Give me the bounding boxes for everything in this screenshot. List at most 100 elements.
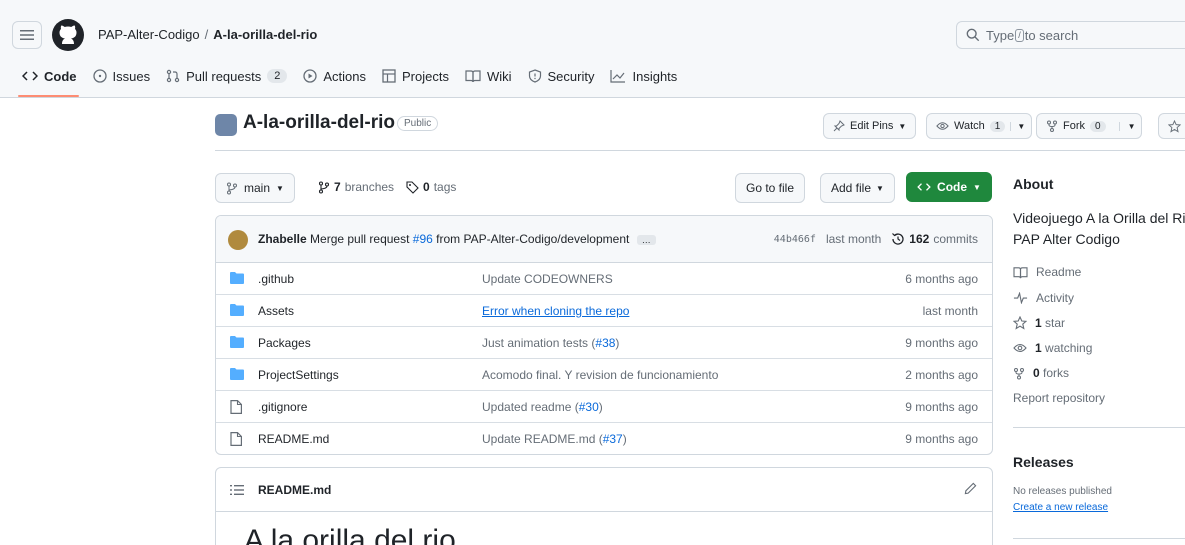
table-row[interactable]: .github Update CODEOWNERS 6 months ago	[216, 263, 992, 295]
file-commit-message[interactable]: Updated readme (#30)	[482, 400, 603, 414]
report-repository-link[interactable]: Report repository	[1013, 391, 1105, 405]
file-browser: Zhabelle Merge pull request #96 from PAP…	[215, 215, 993, 455]
activity-link-label: Activity	[1036, 291, 1075, 305]
list-icon[interactable]	[230, 484, 244, 496]
watch-button[interactable]: Watch 1 ▼	[926, 113, 1033, 139]
tab-insights[interactable]: Insights	[602, 62, 685, 90]
file-icon	[230, 400, 242, 414]
add-file-button[interactable]: Add file ▼	[820, 173, 895, 203]
watch-label: Watch	[954, 120, 985, 132]
commit-author[interactable]: Zhabelle	[258, 232, 307, 246]
branches-link[interactable]: 7 branches	[318, 180, 394, 194]
commit-message-suffix[interactable]: from PAP-Alter-Codigo/development	[436, 232, 629, 246]
tab-projects[interactable]: Projects	[374, 62, 457, 90]
file-name[interactable]: Assets	[258, 304, 294, 318]
commit-pr-link[interactable]: #37	[603, 432, 623, 446]
commit-pr-link[interactable]: #96	[413, 232, 433, 246]
stars-label: star	[1045, 316, 1066, 330]
readme-filename: README.md	[258, 483, 332, 497]
code-button[interactable]: Code ▼	[906, 172, 992, 202]
branch-name: main	[244, 181, 271, 195]
tab-pull-requests[interactable]: Pull requests 2	[158, 62, 295, 90]
table-row[interactable]: ProjectSettings Acomodo final. Y revisio…	[216, 359, 992, 391]
commit-message-prefix[interactable]: Merge pull request	[310, 232, 409, 246]
file-commit-message[interactable]: Update README.md (#37)	[482, 432, 627, 446]
readme-link[interactable]: Readme	[1013, 265, 1081, 279]
file-age: 6 months ago	[905, 272, 978, 286]
file-age: 2 months ago	[905, 368, 978, 382]
edit-pins-button[interactable]: Edit Pins ▼	[823, 113, 917, 139]
star-icon	[1168, 119, 1181, 133]
watch-count: 1	[989, 120, 1006, 132]
commit-message-text[interactable]: Update CODEOWNERS	[482, 272, 613, 286]
file-name[interactable]: ProjectSettings	[258, 368, 339, 382]
header-divider	[215, 150, 1185, 151]
file-name[interactable]: .gitignore	[258, 400, 307, 414]
fork-count: 0	[1090, 120, 1106, 132]
commit-message-text[interactable]: Update README.md (	[482, 432, 603, 446]
commit-pr-link[interactable]: #38	[595, 336, 615, 350]
file-commit-message[interactable]: Update CODEOWNERS	[482, 272, 613, 286]
breadcrumb-owner[interactable]: PAP-Alter-Codigo	[98, 27, 200, 42]
commit-message-close: )	[598, 400, 603, 414]
tab-issues[interactable]: Issues	[85, 62, 159, 90]
expand-commit-button[interactable]: …	[636, 235, 656, 245]
tags-count: 0	[423, 180, 430, 194]
commits-link[interactable]: 162 commits	[891, 232, 978, 246]
table-row[interactable]: .gitignore Updated readme (#30) 9 months…	[216, 391, 992, 423]
pencil-icon[interactable]	[964, 482, 977, 495]
chevron-down-icon: ▼	[973, 182, 981, 192]
tags-link[interactable]: 0 tags	[406, 180, 456, 194]
commits-label: commits	[933, 232, 978, 246]
tab-wiki[interactable]: Wiki	[457, 62, 520, 90]
file-name[interactable]: .github	[258, 272, 294, 286]
go-to-file-label: Go to file	[746, 181, 795, 195]
forks-link[interactable]: 0 forks	[1013, 366, 1069, 380]
go-to-file-button[interactable]: Go to file	[735, 173, 806, 203]
commit-sha[interactable]: 44b466f	[774, 234, 816, 245]
create-release-link[interactable]: Create a new release	[1013, 502, 1108, 513]
file-name[interactable]: Packages	[258, 336, 311, 350]
github-logo-icon[interactable]	[52, 19, 84, 51]
star-button[interactable]	[1158, 113, 1185, 139]
stars-link[interactable]: 1 star	[1013, 316, 1065, 330]
avatar[interactable]	[228, 230, 248, 250]
fork-button[interactable]: Fork 0 ▼	[1036, 113, 1143, 139]
about-heading: About	[1013, 176, 1054, 192]
branches-label: branches	[344, 180, 395, 194]
tag-icon	[406, 180, 419, 194]
watching-link[interactable]: 1 watching	[1013, 341, 1092, 355]
chevron-down-icon: ▼	[276, 183, 284, 193]
table-row[interactable]: README.md Update README.md (#37) 9 month…	[216, 423, 992, 454]
repo-title[interactable]: A-la-orilla-del-rio	[243, 112, 395, 134]
commit-pr-link[interactable]: #30	[579, 400, 599, 414]
tab-actions[interactable]: Actions	[295, 62, 374, 90]
breadcrumb-repo[interactable]: A-la-orilla-del-rio	[213, 27, 317, 42]
file-name[interactable]: README.md	[258, 432, 329, 446]
activity-link[interactable]: Activity	[1013, 291, 1074, 305]
commit-message-link[interactable]: Error when cloning the repo	[482, 304, 629, 318]
file-commit-message[interactable]: Acomodo final. Y revision de funcionamie…	[482, 368, 718, 382]
releases-heading[interactable]: Releases	[1013, 454, 1074, 470]
commit-message-close: )	[615, 336, 620, 350]
tab-issues-label: Issues	[112, 68, 151, 84]
file-commit-message[interactable]: Error when cloning the repo	[482, 304, 629, 318]
file-commit-message[interactable]: Just animation tests (#38)	[482, 336, 619, 350]
commit-message-text[interactable]: Acomodo final. Y revision de funcionamie…	[482, 368, 718, 382]
commit-message-text[interactable]: Just animation tests (	[482, 336, 595, 350]
chevron-down-icon: ▼	[876, 183, 884, 193]
table-row[interactable]: Assets Error when cloning the repo last …	[216, 295, 992, 327]
menu-button[interactable]	[12, 21, 42, 49]
commit-message-text[interactable]: Updated readme (	[482, 400, 579, 414]
breadcrumb: PAP-Alter-Codigo / A-la-orilla-del-rio	[98, 27, 317, 42]
search-input[interactable]: Type / to search	[956, 21, 1185, 49]
readme-heading: A la orilla del rio	[244, 524, 456, 545]
fork-label: Fork	[1063, 120, 1085, 132]
stars-count: 1	[1035, 316, 1042, 330]
table-row[interactable]: Packages Just animation tests (#38) 9 mo…	[216, 327, 992, 359]
report-repository-label: Report repository	[1013, 391, 1106, 405]
tab-code[interactable]: Code	[14, 62, 85, 97]
tab-security[interactable]: Security	[520, 62, 603, 90]
file-age: 9 months ago	[905, 400, 978, 414]
branch-selector[interactable]: main ▼	[215, 173, 295, 203]
